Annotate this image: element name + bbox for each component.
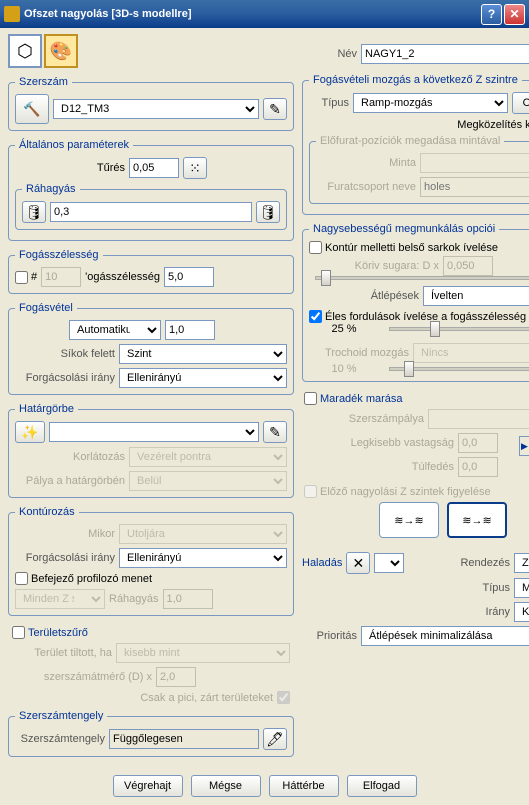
tool-select[interactable]: D12_TM3 — [53, 99, 259, 119]
limit-select: Vezérelt pontra — [129, 447, 287, 467]
window-title: Ofszet nagyolás [3D-s modellre] — [24, 8, 479, 20]
allowance-icon[interactable]: 🛢 — [22, 201, 46, 223]
arc-radius-input — [443, 256, 493, 276]
titlebar: Ofszet nagyolás [3D-s modellre] ? ✕ — [0, 0, 529, 28]
boundary-pick-icon[interactable]: ✨ — [15, 421, 45, 443]
trochoid-select: Nincs — [413, 343, 529, 363]
overlap-input — [458, 457, 498, 477]
stepdown-value[interactable] — [165, 320, 215, 340]
tool-group: Szerszám 🔨 D12_TM3 ✎ — [8, 76, 294, 131]
trochoid-slider — [389, 367, 529, 371]
cont-allow-input — [163, 589, 213, 609]
cut-dir-select[interactable]: Ellenirányú — [119, 368, 287, 388]
boundary-edit-icon[interactable]: ✎ — [263, 421, 287, 443]
boundary-select[interactable] — [49, 422, 259, 442]
accept-button[interactable]: Elfogad — [347, 775, 417, 797]
allowance-button[interactable]: 🛢 — [256, 201, 280, 223]
path-select: Belül — [129, 471, 287, 491]
dir-select[interactable]: Kívülről be — [514, 602, 529, 622]
tolerance-label: Tűrés — [15, 162, 125, 174]
stepover-label: 'ogásszélesség — [85, 271, 160, 283]
axis-input — [109, 729, 259, 749]
sharp-slider[interactable] — [389, 327, 529, 331]
general-params-group: Általános paraméterek Tűrés ⁙ Ráhagyás 🛢… — [8, 139, 294, 241]
help-button[interactable]: ? — [481, 4, 502, 25]
stepover-group: Fogásszélesség # 'ogásszélesség — [8, 249, 294, 294]
min-thick-input — [458, 433, 498, 453]
corner-arc-check[interactable] — [309, 241, 322, 254]
finish-profile-check[interactable] — [15, 572, 28, 585]
z-mode-2[interactable]: ≋→≋ — [447, 502, 507, 538]
cut-dir-label: Forgácsolási irány — [15, 372, 115, 384]
priority-select[interactable]: Átlépések minimalizálása — [361, 626, 529, 646]
hsm-group: Nagysebességű megmunkálás opciói Kontúr … — [302, 223, 529, 382]
progress-label: Haladás — [302, 557, 342, 569]
stepdown-mode-select[interactable]: Automatikus — [69, 320, 161, 340]
tool-edit-button[interactable]: ✎ — [263, 98, 287, 120]
plunge-group: Fogásvételi mozgás a következő Z szintre… — [302, 74, 529, 215]
when-select: Utoljára — [119, 524, 287, 544]
holes-input — [420, 177, 529, 197]
allowance-group: Ráhagyás 🛢 🛢 — [15, 183, 287, 230]
diam-mult-input — [156, 667, 196, 687]
sharp-turn-check[interactable] — [309, 310, 322, 323]
name-label: Név — [302, 48, 357, 60]
prev-z-check — [304, 485, 317, 498]
pattern-select — [420, 153, 529, 173]
area-filter-check[interactable] — [12, 626, 25, 639]
name-input[interactable] — [361, 44, 529, 64]
tolerance-button[interactable]: ⁙ — [183, 157, 207, 179]
planes-select[interactable]: Szint — [119, 344, 287, 364]
tolerance-input[interactable] — [129, 158, 179, 178]
every-z-select: Minden Z szir — [15, 589, 105, 609]
mode-icon-2[interactable]: 🎨 — [44, 34, 78, 68]
contouring-group: Kontúrozás Mikor Utoljára Forgácsolási i… — [8, 506, 294, 616]
sort-select[interactable]: Zseb — [514, 553, 529, 573]
axis-button[interactable]: 🖊 — [263, 728, 287, 750]
planes-label: Síkok felett — [15, 348, 115, 360]
only-small-check — [277, 691, 290, 704]
area-cond-select: kisebb mint — [116, 643, 290, 663]
toolpath-select — [428, 409, 529, 429]
stepover-link-select[interactable]: Ívelten — [423, 286, 529, 306]
allowance-input[interactable] — [50, 202, 252, 222]
plunge-type-select[interactable]: Ramp-mozgás — [353, 93, 508, 113]
boundary-group: Határgörbe ✨ ✎ Korlátozás Vezérelt pontr… — [8, 403, 294, 498]
side-expand-tab[interactable]: ▶ — [519, 436, 529, 456]
arc-slider — [315, 276, 529, 280]
close-button[interactable]: ✕ — [504, 4, 525, 25]
progress-select[interactable] — [374, 553, 404, 573]
rest-mill-check[interactable] — [304, 392, 317, 405]
background-button[interactable]: Háttérbe — [269, 775, 339, 797]
tool-icon[interactable]: 🔨 — [15, 94, 49, 124]
stepover-input[interactable] — [164, 267, 214, 287]
app-icon — [4, 6, 20, 22]
z-mode-1[interactable]: ≋→≋ — [379, 502, 439, 538]
tool-axis-group: Szerszámtengely Szerszámtengely 🖊 — [8, 710, 294, 757]
hash-check[interactable] — [15, 271, 28, 284]
mode-icon-1[interactable]: ⬡ — [8, 34, 42, 68]
cancel-button[interactable]: Mégse — [191, 775, 261, 797]
execute-button[interactable]: Végrehajt — [113, 775, 183, 797]
type-select[interactable]: Mind — [514, 578, 529, 598]
predrill-group: Előfurat-pozíciók megadása mintával Mint… — [309, 135, 529, 204]
progress-icon-1[interactable]: ✕ — [346, 552, 370, 574]
stepdown-group: Fogásvétel Automatikus Síkok felett Szin… — [8, 302, 294, 395]
hash-input — [41, 267, 81, 287]
cont-dir-select[interactable]: Ellenirányú — [119, 548, 287, 568]
options-button[interactable]: Opciók... — [512, 92, 529, 114]
